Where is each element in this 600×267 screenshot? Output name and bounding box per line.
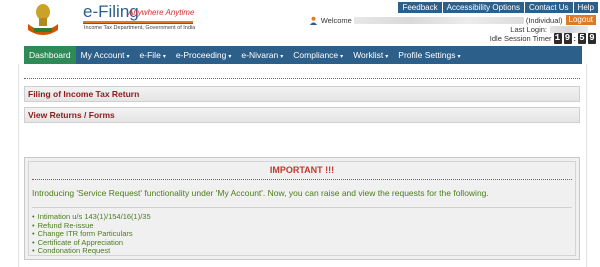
nav-label: Profile Settings (398, 50, 456, 60)
timer-label: Idle Session Timer (489, 34, 552, 43)
nav-compliance[interactable]: Compliance ▾ (288, 46, 348, 64)
timer-digit: 5 (578, 33, 586, 44)
nav-profile-settings[interactable]: Profile Settings ▾ (393, 46, 465, 64)
chevron-down-icon: ▾ (340, 54, 344, 60)
nav-e-nivaran[interactable]: e-Nivaran ▾ (236, 46, 288, 64)
nav-label: e-Nivaran (241, 50, 279, 60)
nav-e-proceeding[interactable]: e-Proceeding ▾ (171, 46, 237, 64)
top-utility-nav: Feedback Accessibility Options Contact U… (397, 2, 598, 13)
nav-label: e-File (139, 50, 161, 60)
redacted-user-name (353, 16, 524, 24)
feedback-link[interactable]: Feedback (398, 2, 442, 13)
emblem-logo (28, 4, 58, 35)
notice-box: IMPORTANT !!! Introducing 'Service Reque… (28, 161, 576, 256)
divider (24, 78, 580, 79)
nav-label: e-Proceeding (175, 50, 227, 60)
contact-us-link[interactable]: Contact Us (524, 2, 573, 13)
user-icon (309, 16, 317, 25)
divider (32, 207, 572, 208)
app-tagline: Anywhere Anytime (128, 8, 195, 17)
idle-session-timer: Idle Session Timer 1 9 : 5 9 (490, 33, 596, 44)
nav-worklist[interactable]: Worklist ▾ (348, 46, 393, 64)
nav-label: Compliance (293, 50, 339, 60)
help-link[interactable]: Help (573, 2, 598, 13)
chevron-down-icon: ▾ (385, 54, 389, 60)
timer-digit: 1 (553, 33, 562, 44)
logout-button[interactable]: Logout (565, 15, 596, 25)
notice-heading: IMPORTANT !!! (269, 165, 335, 175)
nav-e-file[interactable]: e-File ▾ (135, 46, 171, 64)
nav-label: My Account (80, 50, 125, 60)
nav-my-account[interactable]: My Account ▾ (76, 46, 135, 64)
view-returns-panel[interactable]: View Returns / Forms (24, 107, 580, 123)
app-subtitle: Income Tax Department, Government of Ind… (84, 25, 196, 31)
nav-dashboard[interactable]: Dashboard (24, 46, 76, 64)
redacted-last-login (550, 26, 588, 33)
logo-underline-green (83, 23, 193, 24)
site-header: e-Filing Anywhere Anytime Income Tax Dep… (0, 0, 600, 44)
nav-label: Worklist (353, 50, 384, 60)
notice-intro: Introducing 'Service Request' functional… (32, 188, 489, 198)
accessibility-options-link[interactable]: Accessibility Options (442, 2, 524, 13)
chevron-down-icon: ▾ (457, 54, 461, 60)
important-notice: IMPORTANT !!! Introducing 'Service Reque… (24, 157, 580, 260)
chevron-down-icon: ▾ (280, 54, 284, 60)
divider (32, 179, 572, 180)
chevron-down-icon: ▾ (126, 54, 130, 60)
main-navigation: Dashboard My Account ▾ e-File ▾ e-Proceedi… (24, 46, 582, 64)
service-request-list: Intimation u/s 143(1)/154/16(1)/35 Refun… (32, 212, 151, 256)
list-item: Condonation Request (32, 246, 151, 256)
timer-digit: 9 (588, 33, 596, 44)
timer-digit: 9 (563, 33, 572, 44)
filing-itr-panel[interactable]: Filing of Income Tax Return (24, 86, 580, 102)
chevron-down-icon: ▾ (162, 54, 166, 60)
welcome-bar: Welcome (Individual) Logout (309, 15, 596, 25)
user-role: (Individual) (525, 15, 563, 25)
welcome-label: Welcome (320, 15, 352, 25)
timer-separator: : (573, 34, 577, 43)
nav-label: Dashboard (29, 50, 71, 60)
chevron-down-icon: ▾ (228, 54, 232, 60)
